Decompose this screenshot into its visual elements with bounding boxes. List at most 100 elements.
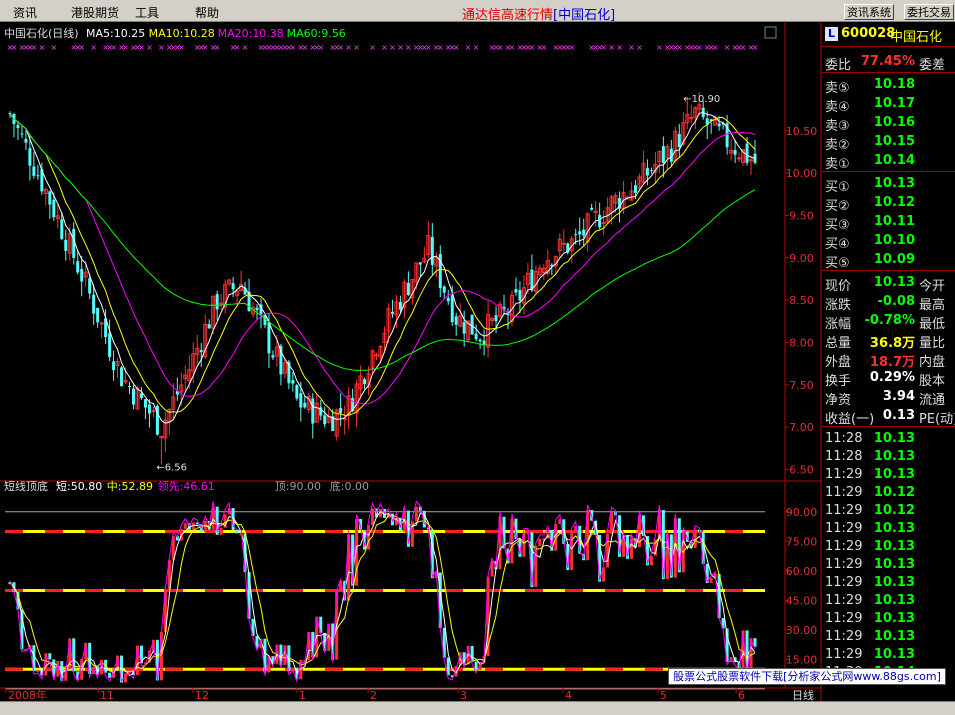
main-ytick-label: 9.00 [789,252,814,265]
signal-marker: × [31,43,38,52]
signal-marker: × [242,43,249,52]
candle-body [64,240,68,251]
ask-row-2: 卖④ 10.17 [822,94,955,115]
quote-separator [822,46,955,47]
menu-info[interactable]: 资讯 [13,4,37,21]
main-ytick-label: 7.50 [789,379,814,392]
candle-body [363,379,367,385]
candle-body [601,221,606,224]
stat-row-1-value: -0.08 [877,294,915,309]
signal-marker: × [676,43,683,52]
candle-body [406,282,410,295]
indicator-ytick-label: 15.00 [786,653,818,666]
candle-body [561,242,566,245]
indicator-ytick-label: 60.00 [786,565,818,578]
candle-body [52,199,56,218]
ask-row-1-value: 10.18 [873,77,915,92]
signal-marker: × [724,43,731,52]
xaxis-label: 1 [299,689,306,701]
signal-marker: × [628,43,635,52]
stat-row-0: 现价 10.13 今开 [822,273,955,294]
bid-row-1-value: 10.13 [873,176,915,191]
candle-body [199,350,203,353]
quote-panel: L 600028 中国石化 委比 77.45% 委差 卖⑤ 10.18 卖④ 10.17 卖③ 10.… [822,23,955,695]
candle-body [80,269,84,282]
tick-time: 11:29 [825,485,863,500]
signal-marker: × [541,43,548,52]
candle-body [28,148,32,166]
candle-body [128,386,132,388]
xaxis-label: 5 [660,689,667,701]
tick-price: 10.13 [873,467,915,482]
candle-body [442,286,446,293]
stat-row-7-right: PE(动) [919,412,955,427]
menu-hk-futures[interactable]: 港股期货 [71,4,119,21]
candle-body [92,294,96,314]
high-annotation: ←10.90 [683,94,720,105]
candle-body [374,354,379,357]
stock-code: 600028 [841,26,896,41]
signal-marker: × [437,43,444,52]
candle-body [430,236,434,265]
main-chart-title: 中国石化(日线) [4,26,79,40]
tick-time: 11:29 [825,467,863,482]
candle-body [390,311,394,314]
indicator-bar [108,672,112,678]
ma-legend-3: MA60:9.56 [287,27,346,40]
chart-area[interactable]: 中国石化(日线) MA5:10.25 MA10:10.28 MA20:10.38 MA6… [0,23,822,701]
candle-body [215,294,219,310]
signal-marker: × [39,43,46,52]
tick-price: 10.13 [873,449,915,464]
signal-marker: × [712,43,719,52]
signal-marker: × [214,43,221,52]
candle-body [418,262,422,265]
tick-row: 11:29 10.13 [822,465,955,484]
xaxis-label: 12 [195,689,209,701]
tick-price: 10.13 [873,629,915,644]
signal-marker: × [752,43,759,52]
candle-body [99,322,104,325]
signal-marker: × [178,43,185,52]
tick-row: 11:29 10.13 [822,555,955,574]
signal-marker: × [369,43,376,52]
signal-marker: × [78,43,85,52]
tick-price: 10.13 [873,539,915,554]
bid-row-5: 买⑤ 10.09 [822,250,955,271]
stat-row-2-value: -0.78% [864,313,916,328]
ask-row-3-value: 10.16 [873,115,915,130]
app-title-stock: [中国石化] [553,8,616,23]
ask-row-5-label: 卖① [825,157,850,172]
indicator-ytick-label: 90.00 [786,506,818,519]
candle-body [323,415,327,425]
watermark-banner: 股票公式股票软件下载[分析家公式网www.88gs.com] [668,668,946,685]
candle-body [518,289,522,301]
menu-tools[interactable]: 工具 [135,4,159,21]
signal-marker: × [317,43,324,52]
quote-separator [822,426,955,427]
candle-body [20,133,24,135]
signal-marker: × [568,43,575,52]
stat-row-7-value: 0.13 [882,408,915,423]
ask-row-4: 卖② 10.15 [822,132,955,153]
menu-help[interactable]: 帮助 [195,4,219,21]
signal-marker: × [234,43,241,52]
indicator-bar [538,538,542,546]
tick-time: 11:28 [825,431,863,446]
weibi-row-label: 委比 [825,58,852,73]
stock-logo-icon: L [825,27,838,41]
indicator-bar [371,508,375,526]
indicator-bar [235,529,239,534]
chart-background [0,23,822,701]
stat-row-5: 换手 0.29% 股本 [822,368,955,389]
tick-price: 10.13 [873,647,915,662]
signal-marker: × [696,43,703,52]
info-system-button[interactable]: 资讯系统 [844,4,894,20]
stat-row-7: 收益(一) 0.13 PE(动) [822,406,955,427]
indicator-bar [48,653,52,660]
bid-row-1: 买① 10.13 [822,174,955,195]
indicator-top-label: 顶:90.00 [275,480,321,493]
weibi-row-value: 77.45% [860,54,915,69]
indicator-bottom-label: 底:0.00 [330,479,369,493]
trade-button[interactable]: 委托交易 [904,4,954,20]
tick-row: 11:29 10.13 [822,645,955,664]
